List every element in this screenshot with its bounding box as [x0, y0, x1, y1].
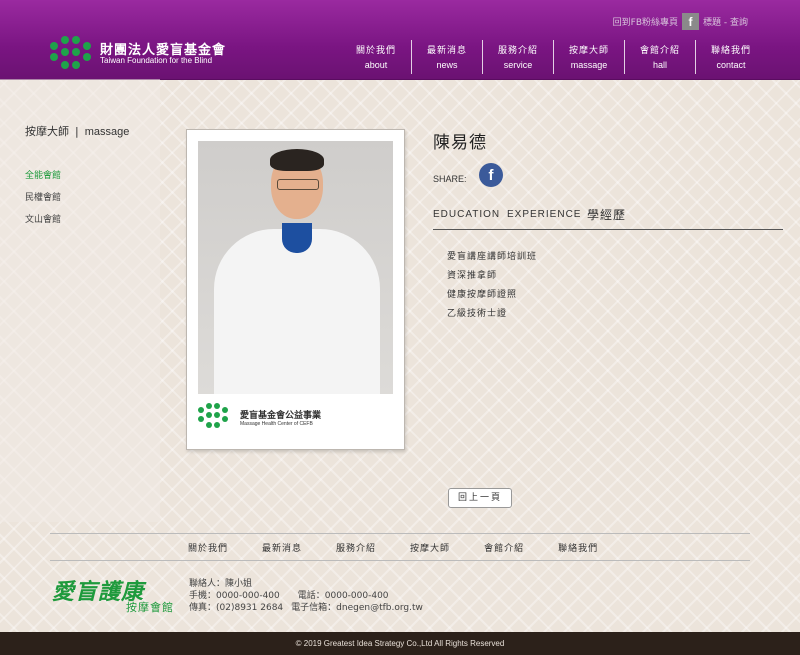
nav-label-cn: 服務介紹 — [497, 46, 538, 56]
nav-label-en: news — [436, 60, 458, 70]
site-logo[interactable]: 財團法人愛盲基金會 Taiwan Foundation for the Blin… — [50, 36, 225, 72]
list-item: 資深推拿師 — [447, 271, 498, 281]
footer-contact: 聯絡人：陳小姐 手機：0000-000-400 電話：0000-000-400 傳… — [189, 578, 423, 614]
logo-dots-icon — [198, 403, 230, 433]
footer-divider-bottom — [50, 560, 750, 561]
nav-item-service[interactable]: 服務介紹 service — [482, 40, 553, 74]
footer-logo: 愛盲護康 按摩會館 — [52, 574, 173, 614]
copyright-bar: © 2019 Greatest Idea Strategy Co.,Ltd Al… — [0, 632, 800, 655]
card-logo-en: Massage Health Center of CEFB — [240, 421, 313, 427]
nav-label-cn: 關於我們 — [355, 46, 396, 56]
logo-dots-icon — [50, 36, 92, 72]
footer-link-hall[interactable]: 會館介紹 — [484, 541, 524, 554]
sidebar-item-branch-2[interactable]: 民權會館 — [25, 190, 61, 203]
nav-item-hall[interactable]: 會館介紹 hall — [624, 40, 695, 74]
tab-education[interactable]: EDUCATION — [433, 209, 500, 220]
footer-link-massage[interactable]: 按摩大師 — [410, 541, 450, 554]
nav-item-contact[interactable]: 聯絡我們 contact — [695, 40, 766, 74]
share-label: SHARE: — [433, 174, 467, 184]
contact-tel: 傳真：(02)8931 2684 — [189, 603, 284, 613]
footer-nav: 關於我們 最新消息 服務介紹 按摩大師 會館介紹 聯絡我們 — [188, 541, 632, 554]
facebook-share-icon[interactable]: f — [479, 163, 503, 187]
title-separator: | — [75, 125, 79, 138]
footer-link-service[interactable]: 服務介紹 — [336, 541, 376, 554]
card-logo: 愛盲基金會公益事業 Massage Health Center of CEFB — [198, 400, 393, 434]
nav-label-en: hall — [652, 60, 667, 70]
nav-label-en: contact — [716, 60, 746, 70]
nav-label-cn: 按摩大師 — [568, 46, 609, 56]
master-name: 陳易德 — [433, 133, 487, 153]
nav-label-en: about — [364, 60, 388, 70]
profile-photo — [198, 141, 393, 394]
nav-label-cn: 會館介紹 — [639, 46, 680, 56]
tab-background[interactable]: 學經歷 — [587, 206, 626, 223]
nav-label-cn: 聯絡我們 — [710, 46, 751, 56]
page-title-cn: 按摩大師 — [25, 125, 69, 138]
list-item: 健康按摩師證照 — [447, 290, 518, 300]
footer-logo-subtitle: 按摩會館 — [126, 601, 174, 614]
contact-phone: 手機：0000-000-400 — [189, 591, 280, 601]
nav-item-about[interactable]: 關於我們 about — [341, 40, 411, 74]
list-item: 愛盲講座講師培訓班 — [447, 252, 538, 262]
header-utility: 回到FB粉絲專頁 f 標題 - 查詢 — [613, 12, 748, 30]
nav-label-en: massage — [570, 60, 608, 70]
contact-email[interactable]: 電子信箱：dnegen@tfb.org.tw — [291, 603, 423, 613]
nav-label-en: service — [503, 60, 533, 70]
card-logo-cn: 愛盲基金會公益事業 — [240, 411, 322, 421]
sidebar-item-branch-1[interactable]: 全能會館 — [25, 168, 61, 181]
facebook-icon[interactable]: f — [682, 12, 700, 30]
nav-item-massage[interactable]: 按摩大師 massage — [553, 40, 624, 74]
tab-experience[interactable]: EXPERIENCE — [507, 209, 581, 220]
page-title: 按摩大師 | massage — [25, 123, 129, 139]
profile-card: 愛盲基金會公益事業 Massage Health Center of CEFB — [186, 129, 405, 450]
fb-page-link[interactable]: 回到FB粉絲專頁 — [613, 15, 678, 28]
back-button[interactable]: 回上一頁 — [448, 488, 512, 508]
main-nav: 關於我們 about 最新消息 news 服務介紹 service 按摩大師 massa… — [341, 40, 766, 74]
search-link[interactable]: 標題 - 查詢 — [703, 15, 748, 28]
experience-list: 愛盲講座講師培訓班 資深推拿師 健康按摩師證照 乙級技術士證 — [447, 249, 537, 325]
detail-tabs: EDUCATION EXPERIENCE 學經歷 — [433, 205, 783, 230]
contact-fax: 電話：0000-000-400 — [297, 591, 389, 601]
page-title-en: massage — [84, 126, 130, 138]
footer-link-news[interactable]: 最新消息 — [262, 541, 302, 554]
footer-divider-top — [50, 533, 750, 534]
nav-label-cn: 最新消息 — [426, 46, 467, 56]
contact-person: 聯絡人：陳小姐 — [189, 579, 253, 589]
nav-item-news[interactable]: 最新消息 news — [411, 40, 482, 74]
site-header: 財團法人愛盲基金會 Taiwan Foundation for the Blin… — [0, 0, 800, 80]
sidebar: 按摩大師 | massage 全能會館 民權會館 文山會館 — [0, 79, 160, 522]
footer-link-contact[interactable]: 聯絡我們 — [558, 541, 598, 554]
list-item: 乙級技術士證 — [447, 309, 508, 319]
logo-title-en: Taiwan Foundation for the Blind — [100, 56, 213, 65]
sidebar-item-branch-3[interactable]: 文山會館 — [25, 212, 61, 225]
footer-link-about[interactable]: 關於我們 — [188, 541, 228, 554]
